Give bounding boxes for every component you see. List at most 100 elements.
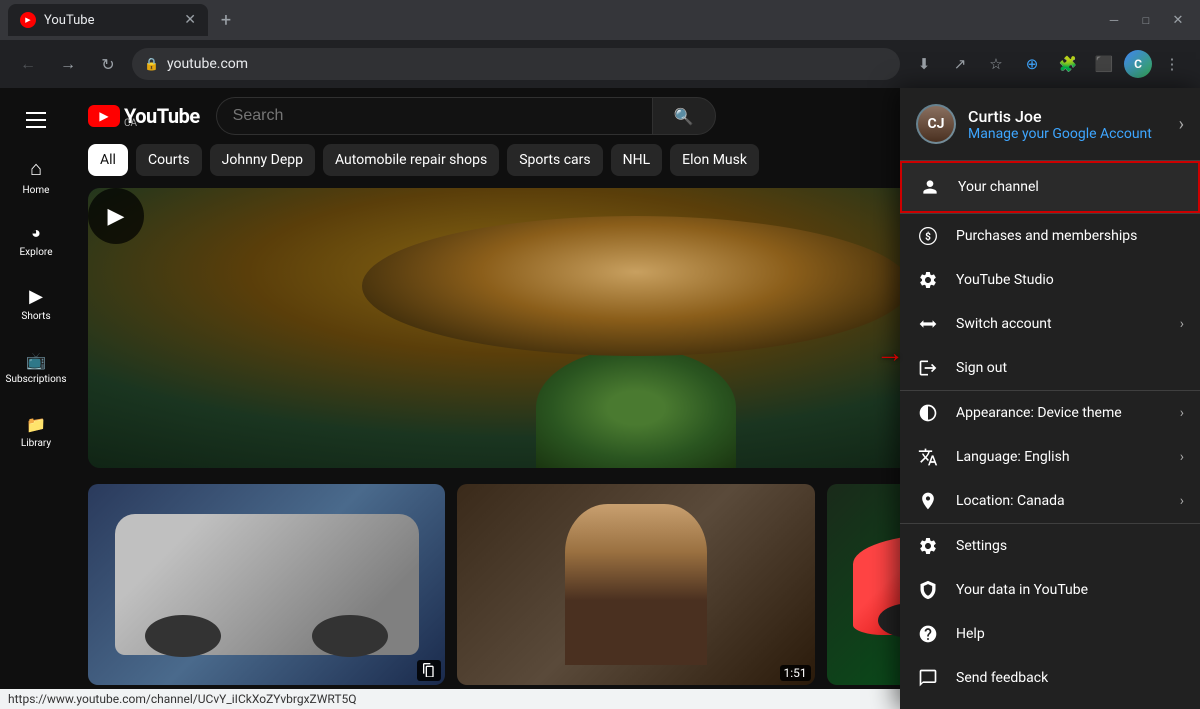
- settings-icon: [916, 534, 940, 558]
- location-icon: [916, 489, 940, 513]
- menu-item-purchases[interactable]: $ Purchases and memberships: [900, 214, 1200, 258]
- chip-automobile[interactable]: Automobile repair shops: [323, 144, 499, 176]
- video-card-2: 1:51 LAW Witness Vapes & Starts Driving …: [457, 484, 814, 709]
- dropdown-user-info: Curtis Joe Manage your Google Account: [968, 107, 1152, 142]
- person-silhouette-2: [565, 504, 708, 665]
- menu-item-keyboard-shortcuts[interactable]: Keyboard shortcuts: [900, 700, 1200, 709]
- location-chevron: ›: [1180, 493, 1184, 509]
- sidebar-item-library[interactable]: 📁 Library: [0, 400, 72, 464]
- menu-item-yt-studio[interactable]: YouTube Studio: [900, 258, 1200, 302]
- sidebar-library-label: Library: [21, 438, 51, 449]
- minimize-button[interactable]: ─: [1100, 6, 1128, 34]
- chip-all[interactable]: All: [88, 144, 128, 176]
- chip-nhl[interactable]: NHL: [611, 144, 663, 176]
- yt-logo-country: CA: [124, 118, 200, 129]
- menu-item-sign-out[interactable]: Sign out: [900, 346, 1200, 390]
- home-icon: ⌂: [30, 156, 42, 181]
- reload-button[interactable]: ↻: [92, 48, 124, 80]
- avatar-initial: C: [1124, 50, 1152, 78]
- your-data-label: Your data in YouTube: [956, 582, 1184, 598]
- menu-item-your-data[interactable]: Your data in YouTube: [900, 568, 1200, 612]
- download-icon[interactable]: ⬇: [908, 48, 940, 80]
- appearance-label: Appearance: Device theme: [956, 405, 1164, 421]
- sidebar-item-home[interactable]: ⌂ Home: [0, 144, 72, 208]
- forward-button[interactable]: →: [52, 48, 84, 80]
- location-label: Location: Canada: [956, 493, 1164, 509]
- address-bar[interactable]: 🔒 youtube.com: [132, 48, 900, 80]
- menu-item-your-channel[interactable]: Your channel: [900, 161, 1200, 213]
- face-circle: [362, 216, 910, 356]
- explore-icon: ◕: [31, 223, 41, 243]
- sidebar-item-subscriptions[interactable]: 📺 Subscriptions: [0, 336, 72, 400]
- menu-item-settings[interactable]: Settings: [900, 524, 1200, 568]
- extension-icon[interactable]: ⊕: [1016, 48, 1048, 80]
- sidebar-subscriptions-label: Subscriptions: [6, 374, 67, 385]
- youtube-app: ⌂ Home ◕ Explore ▶ Shorts 📺 Subscription…: [0, 88, 1200, 709]
- play-button-large[interactable]: ▶: [88, 188, 144, 244]
- menu-item-location[interactable]: Location: Canada ›: [900, 479, 1200, 523]
- language-icon: [916, 445, 940, 469]
- browser-tabs: YouTube ✕ + ─ □ ✕: [0, 0, 1200, 40]
- lock-icon: 🔒: [144, 57, 159, 71]
- car-shape: [115, 514, 419, 655]
- tab-close-button[interactable]: ✕: [184, 12, 196, 28]
- send-feedback-icon: [916, 666, 940, 690]
- sidebar-item-explore[interactable]: ◕ Explore: [0, 208, 72, 272]
- menu-item-send-feedback[interactable]: Send feedback: [900, 656, 1200, 700]
- settings-label: Settings: [956, 538, 1184, 554]
- maximize-button[interactable]: □: [1132, 6, 1160, 34]
- tab-title: YouTube: [44, 13, 176, 28]
- menu-item-switch-account[interactable]: Switch account ›: [900, 302, 1200, 346]
- chip-elon-musk[interactable]: Elon Musk: [670, 144, 759, 176]
- share-icon[interactable]: ↗: [944, 48, 976, 80]
- hamburger-menu[interactable]: [0, 96, 72, 144]
- duration-badge-2: 1:51: [780, 665, 811, 681]
- menu-item-appearance[interactable]: Appearance: Device theme ›: [900, 391, 1200, 435]
- yt-studio-label: YouTube Studio: [956, 272, 1184, 288]
- dropdown-menu: CJ Curtis Joe Manage your Google Account…: [900, 88, 1200, 709]
- video-thumb-2[interactable]: 1:51: [457, 484, 814, 685]
- your-channel-label: Your channel: [958, 179, 1182, 195]
- browser-nav-icons: ⬇ ↗ ☆ ⊕ 🧩 ⬛ C ⋮: [908, 48, 1188, 80]
- back-button[interactable]: ←: [12, 48, 44, 80]
- search-button[interactable]: 🔍: [652, 97, 716, 135]
- hamburger-icon: [26, 112, 46, 128]
- url-text: youtube.com: [167, 56, 888, 72]
- chip-johnny-depp[interactable]: Johnny Depp: [210, 144, 315, 176]
- chip-courts[interactable]: Courts: [136, 144, 202, 176]
- bookmark-icon[interactable]: ☆: [980, 48, 1012, 80]
- featured-jacket: [536, 348, 736, 468]
- sidebar-item-shorts[interactable]: ▶ Shorts: [0, 272, 72, 336]
- search-input[interactable]: [216, 97, 652, 135]
- manage-google-account-link[interactable]: Manage your Google Account: [968, 126, 1152, 142]
- sidebar-explore-label: Explore: [20, 247, 53, 258]
- browser-nav: ← → ↻ 🔒 youtube.com ⬇ ↗ ☆ ⊕ 🧩 ⬛ C ⋮: [0, 40, 1200, 88]
- browser-menu-icon[interactable]: ⋮: [1156, 48, 1188, 80]
- send-feedback-label: Send feedback: [956, 670, 1184, 686]
- library-icon: 📁: [26, 415, 46, 434]
- dropdown-avatar-image: CJ: [916, 104, 956, 144]
- puzzle-icon[interactable]: 🧩: [1052, 48, 1084, 80]
- yt-logo[interactable]: YouTube CA: [88, 104, 200, 129]
- new-tab-button[interactable]: +: [212, 6, 240, 34]
- menu-item-language[interactable]: Language: English ›: [900, 435, 1200, 479]
- dropdown-chevron-right[interactable]: ›: [1179, 114, 1184, 135]
- active-tab[interactable]: YouTube ✕: [8, 4, 208, 36]
- purchases-icon: $: [916, 224, 940, 248]
- close-window-button[interactable]: ✕: [1164, 6, 1192, 34]
- appearance-icon: [916, 401, 940, 425]
- language-label: Language: English: [956, 449, 1164, 465]
- video-card-1: H Perfected to performance Honda ⋮: [88, 484, 445, 709]
- help-icon: [916, 622, 940, 646]
- subscriptions-icon: 📺: [26, 351, 46, 370]
- yt-studio-icon: [916, 268, 940, 292]
- menu-item-help[interactable]: Help: [900, 612, 1200, 656]
- switch-account-label: Switch account: [956, 316, 1164, 332]
- sidebar: ⌂ Home ◕ Explore ▶ Shorts 📺 Subscription…: [0, 88, 72, 709]
- sidebar-toggle-icon[interactable]: ⬛: [1088, 48, 1120, 80]
- link-overlay: [417, 660, 441, 681]
- browser-profile-avatar[interactable]: C: [1124, 50, 1152, 78]
- chip-sports-cars[interactable]: Sports cars: [507, 144, 602, 176]
- sidebar-home-label: Home: [23, 185, 50, 196]
- video-thumb-1[interactable]: [88, 484, 445, 685]
